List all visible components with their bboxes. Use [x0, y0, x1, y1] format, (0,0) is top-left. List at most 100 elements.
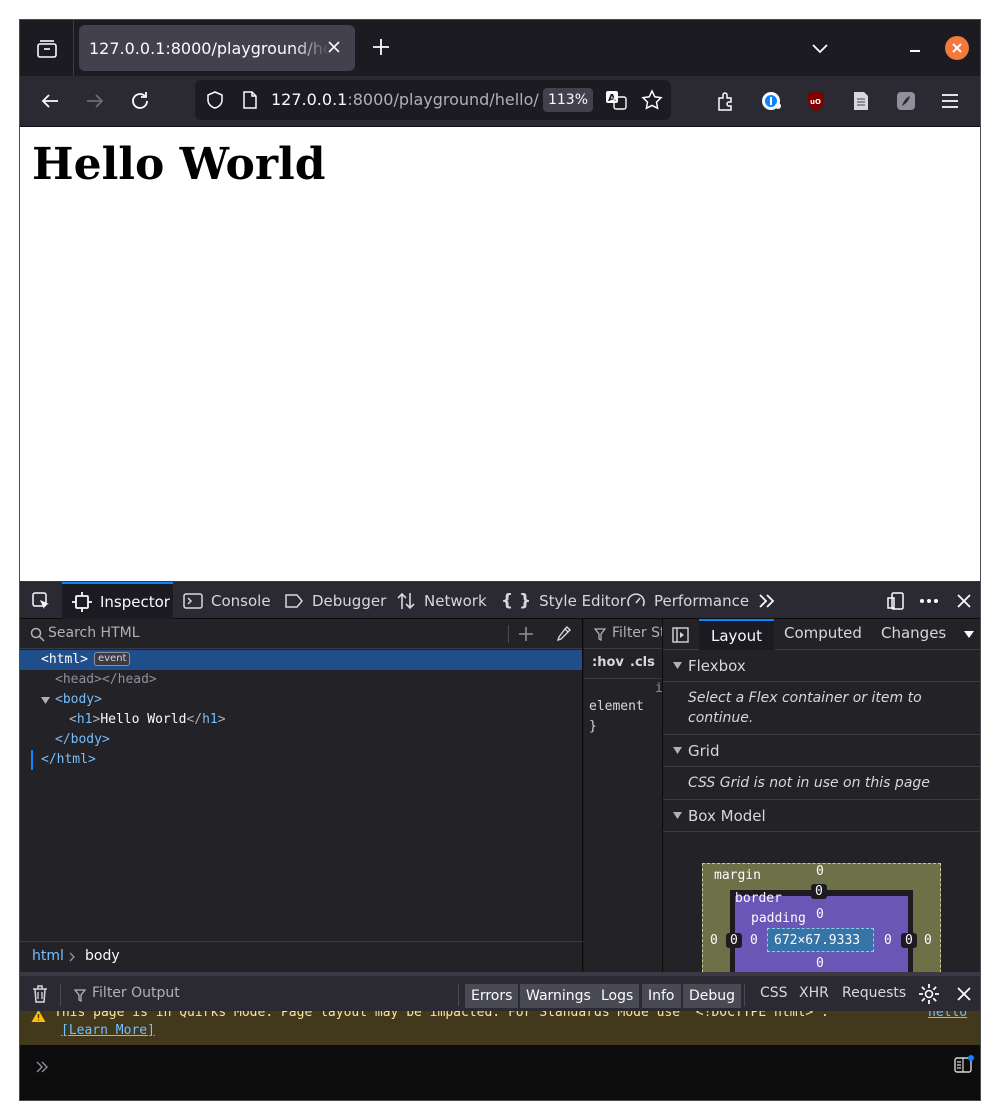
extensions-button[interactable]	[714, 89, 738, 113]
hov-button[interactable]: :hov	[592, 655, 624, 670]
element-picker-button[interactable]	[28, 582, 54, 619]
divider	[744, 984, 745, 1006]
border-left-value[interactable]: 0	[726, 933, 742, 948]
search-html-input[interactable]: Search HTML	[48, 625, 140, 641]
filter-icon	[74, 989, 86, 1002]
gear-icon[interactable]	[918, 983, 940, 1005]
tree-node-head[interactable]: <head></head>	[20, 670, 582, 690]
content-size[interactable]: 672×67.9333	[774, 933, 860, 948]
tab-hello[interactable]: 127.0.0.1:8000/playground/hello/	[79, 25, 355, 71]
more-icon	[920, 598, 938, 603]
tab-network[interactable]: Network	[396, 582, 487, 619]
grid-section-header[interactable]: Grid	[663, 735, 980, 767]
event-badge[interactable]: event	[93, 652, 131, 666]
ublock-button[interactable]: uO	[804, 89, 828, 113]
filter-requests-button[interactable]: Requests	[842, 985, 906, 1001]
tab-console[interactable]: Console	[183, 582, 271, 619]
learn-more-link[interactable]: [Learn More]	[61, 1023, 155, 1038]
sidebery-button[interactable]	[894, 89, 918, 113]
margin-top-value[interactable]: 0	[816, 864, 824, 879]
filter-logs-button[interactable]: Logs	[595, 984, 640, 1008]
console-message-warning: This page is in Quirks Mode. Page layout…	[20, 1011, 980, 1045]
tree-node-html[interactable]: <html> event	[20, 650, 582, 670]
minimize-icon[interactable]	[906, 38, 924, 56]
url-bar[interactable]: 127.0.0.1:8000/playground/hello/ 113% A	[195, 80, 671, 120]
filter-css-button[interactable]: CSS	[760, 985, 788, 1001]
back-button[interactable]	[38, 89, 62, 113]
console-input[interactable]	[20, 1045, 980, 1100]
tree-node-h1[interactable]: <h1>Hello World</h1>	[20, 710, 582, 730]
editor-mode-icon[interactable]	[954, 1055, 974, 1075]
padding-bottom-value[interactable]: 0	[816, 956, 824, 971]
tab-changes[interactable]: Changes	[881, 624, 946, 642]
padding-top-value[interactable]: 0	[816, 907, 824, 922]
grid-message: CSS Grid is not in use on this page	[663, 767, 980, 800]
filter-errors-button[interactable]: Errors	[465, 984, 519, 1008]
shield-icon[interactable]	[205, 90, 225, 110]
border-top-value[interactable]: 0	[811, 884, 827, 899]
braces-icon: { }	[501, 590, 532, 611]
url-host: 127.0.0.1	[271, 90, 348, 109]
firefox-view-button[interactable]	[20, 20, 74, 76]
add-node-icon[interactable]	[518, 626, 534, 642]
tab-inspector[interactable]: Inspector	[62, 582, 173, 619]
border-right-value[interactable]: 0	[901, 933, 917, 948]
responsive-design-button[interactable]	[886, 582, 906, 619]
firefox-view-icon	[36, 40, 57, 58]
padding-left-value[interactable]: 0	[750, 933, 758, 948]
filter-warnings-button[interactable]: Warnings	[520, 984, 597, 1008]
pseudo-toggle-bar: :hov .cls	[584, 649, 662, 679]
filter-output-input[interactable]: Filter Output	[92, 985, 180, 1001]
tab-performance[interactable]: Performance	[626, 582, 749, 619]
close-tab-icon[interactable]	[325, 38, 343, 56]
filter-styles-input[interactable]: Filter Styles	[612, 625, 662, 641]
zoom-level-button[interactable]: 113%	[543, 88, 593, 112]
border-label: border	[735, 891, 782, 906]
margin-right-value[interactable]: 0	[924, 933, 932, 948]
close-devtools-button[interactable]	[954, 582, 974, 619]
dropdown-arrow-icon[interactable]	[964, 631, 974, 638]
tree-node-body-close[interactable]: </body>	[20, 730, 582, 750]
padding-right-value[interactable]: 0	[884, 933, 892, 948]
password-manager-button[interactable]	[759, 89, 783, 113]
flexbox-section-header[interactable]: Flexbox	[663, 650, 980, 682]
bookmark-star-icon[interactable]	[641, 89, 663, 111]
filter-xhr-button[interactable]: XHR	[799, 985, 829, 1001]
tab-style-editor[interactable]: { } Style Editor	[501, 582, 626, 619]
toggle-pane-icon[interactable]	[672, 627, 689, 643]
document-icon	[854, 92, 868, 110]
reader-button[interactable]	[849, 89, 873, 113]
more-tools-button[interactable]	[756, 582, 776, 619]
expand-arrow-icon[interactable]	[41, 697, 50, 704]
filter-info-button[interactable]: Info	[642, 984, 681, 1008]
close-window-button[interactable]	[945, 36, 969, 60]
gauge-icon	[627, 592, 645, 606]
breadcrumb-html[interactable]: html	[32, 948, 64, 964]
eyedropper-icon[interactable]	[554, 625, 572, 643]
trash-icon[interactable]	[31, 984, 49, 1004]
close-icon[interactable]	[955, 985, 973, 1003]
margin-left-value[interactable]: 0	[710, 933, 718, 948]
tab-computed[interactable]: Computed	[784, 624, 862, 642]
chevron-down-icon[interactable]	[810, 38, 830, 58]
tree-node-html-close[interactable]: </html>	[31, 750, 582, 770]
breadcrumb-body[interactable]: body	[85, 948, 120, 964]
tab-layout[interactable]: Layout	[699, 619, 774, 650]
filter-debug-button[interactable]: Debug	[683, 984, 742, 1008]
forward-button[interactable]	[83, 89, 107, 113]
boxmodel-section-header[interactable]: Box Model	[663, 800, 980, 832]
reload-button[interactable]	[128, 89, 152, 113]
tab-console-label: Console	[211, 591, 271, 610]
devtools-menu-button[interactable]	[919, 582, 939, 619]
double-chevron-icon	[759, 593, 775, 608]
translate-icon[interactable]: A	[605, 89, 627, 111]
new-tab-icon[interactable]	[369, 35, 393, 59]
flexbox-title: Flexbox	[688, 656, 746, 675]
tab-debugger[interactable]: Debugger	[284, 582, 386, 619]
cls-button[interactable]: .cls	[630, 655, 655, 670]
message-source-link[interactable]: hello	[928, 1011, 967, 1020]
app-menu-button[interactable]	[938, 89, 962, 113]
tree-node-body[interactable]: <body>	[20, 690, 582, 710]
url-text[interactable]: 127.0.0.1:8000/playground/hello/	[271, 90, 539, 109]
page-icon[interactable]	[241, 90, 259, 110]
